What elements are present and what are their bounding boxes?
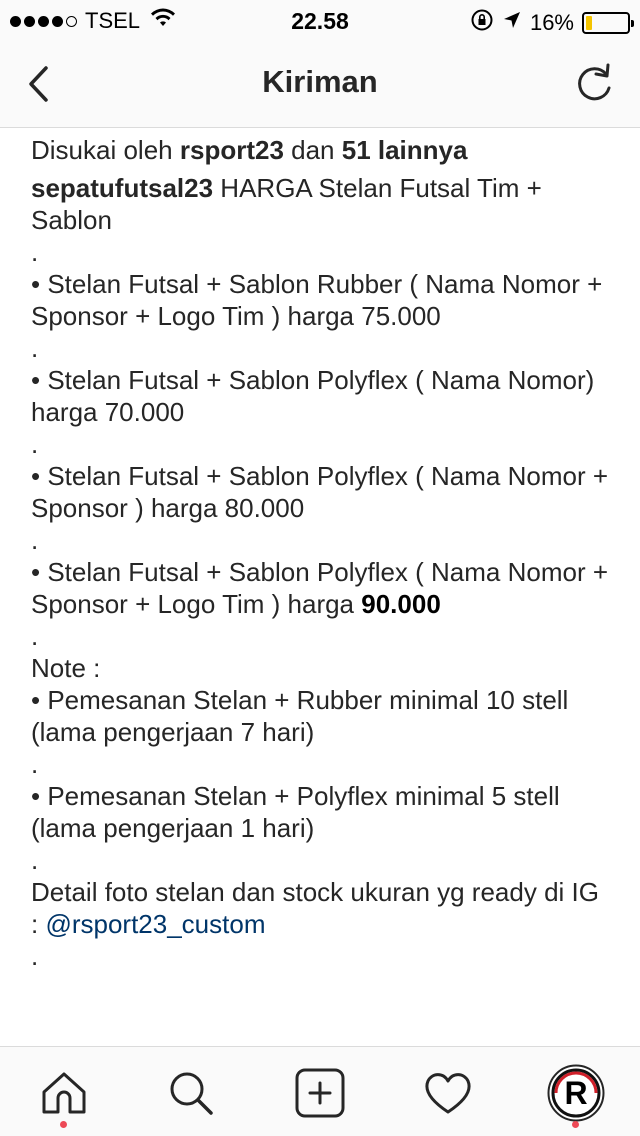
tab-profile[interactable]: R: [547, 1064, 605, 1122]
search-icon: [170, 1072, 213, 1115]
post-caption: sepatufutsal23 HARGA Stelan Futsal Tim +…: [31, 172, 610, 972]
refresh-icon: [578, 63, 611, 101]
post-content: Disukai oleh rsport23 dan 51 lainnya sep…: [0, 129, 640, 1045]
battery-fill: [586, 16, 593, 30]
location-arrow-icon: [502, 10, 522, 36]
caption-text: HARGA Stelan Futsal Tim + Sablon . • Ste…: [31, 173, 609, 619]
svg-text:R: R: [564, 1075, 587, 1111]
caption-mention-link[interactable]: @rsport23_custom: [45, 909, 265, 939]
tab-home[interactable]: [38, 1067, 90, 1119]
status-bar: TSEL 22.58 16%: [0, 0, 640, 40]
profile-active-dot: [572, 1121, 579, 1128]
nav-header: Kiriman: [0, 40, 640, 128]
home-active-dot: [60, 1121, 67, 1128]
tab-search[interactable]: [165, 1067, 217, 1119]
likes-count-link[interactable]: 51 lainnya: [342, 135, 468, 165]
add-post-icon: [295, 1068, 345, 1118]
orientation-lock-icon: [470, 8, 494, 38]
activity-heart-icon: [425, 1073, 471, 1114]
tab-activity[interactable]: [422, 1067, 474, 1119]
profile-avatar-icon: R: [547, 1064, 605, 1122]
battery-icon: [582, 12, 634, 34]
likes-line: Disukai oleh rsport23 dan 51 lainnya: [31, 134, 610, 166]
tab-add-post[interactable]: [294, 1067, 346, 1119]
likes-prefix: Disukai oleh: [31, 135, 180, 165]
caption-notes: . Note : • Pemesanan Stelan + Rubber min…: [31, 621, 599, 939]
battery-percent: 16%: [529, 10, 574, 35]
home-icon: [42, 1072, 86, 1114]
caption-username-link[interactable]: sepatufutsal23: [31, 173, 213, 203]
caption-price-bold: 90.000: [361, 589, 441, 619]
caption-end: .: [31, 941, 39, 971]
page-title: Kiriman: [262, 64, 378, 99]
bottom-tab-bar: R: [0, 1046, 640, 1136]
status-right: 16%: [470, 8, 634, 38]
likes-user-link[interactable]: rsport23: [180, 135, 284, 165]
refresh-button[interactable]: [572, 62, 616, 106]
likes-mid: dan: [283, 135, 342, 165]
